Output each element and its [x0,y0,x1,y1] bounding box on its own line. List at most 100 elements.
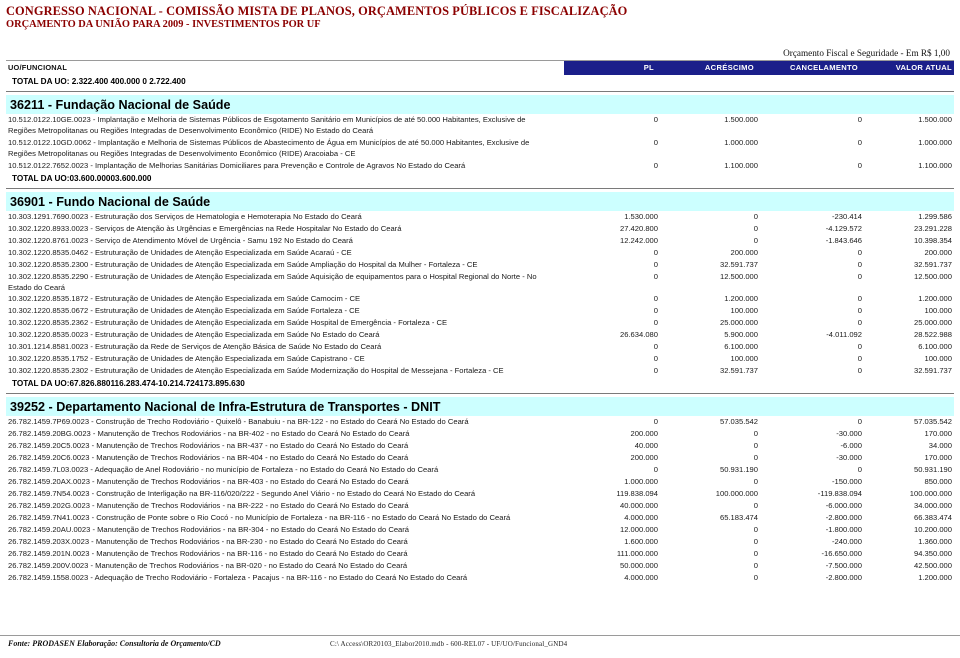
row-cancelamento: -240.000 [832,537,862,546]
grand-total-label: TOTAL DA UO: [12,77,70,86]
row-valor-atual: 1.000.000 [918,138,952,147]
table-row: 26.782.1459.7P69.0023 - Construção de Tr… [6,416,954,428]
row-acrescimo: 0 [753,236,758,245]
row-valor-atual: 94.350.000 [913,549,952,558]
row-cancelamento: -30.000 [836,453,862,462]
row-acrescimo: 1.100.000 [724,161,758,170]
table-row: 26.782.1459.20C5.0023 - Manutenção de Tr… [6,440,954,452]
row-cancelamento: 0 [857,115,862,124]
row-valor-atual: 850.000 [924,477,952,486]
document-title: CONGRESSO NACIONAL - COMISSÃO MISTA DE P… [6,4,628,18]
row-acrescimo: 32.591.737 [719,260,758,269]
row-valor-atual: 1.299.586 [918,212,952,221]
table-row: 10.301.1214.8581.0023 - Estruturação da … [6,341,954,353]
row-acrescimo: 0 [753,429,758,438]
row-acrescimo: 0 [753,212,758,221]
row-acrescimo: 6.100.000 [724,342,758,351]
row-cancelamento: -4.129.572 [825,224,862,233]
row-pl: 0 [653,354,658,363]
row-pl: 12.000.000 [619,525,658,534]
row-valor-atual: 28.522.988 [913,330,952,339]
table-row: 26.782.1459.202G.0023 - Manutenção de Tr… [6,500,954,512]
table-row: 26.782.1459.20BG.0023 - Manutenção de Tr… [6,428,954,440]
section-total-cancelamento: -10.214.724 [155,379,200,388]
row-acrescimo: 1.200.000 [724,294,758,303]
column-header-pl: PL [643,63,654,72]
row-acrescimo: 5.900.000 [724,330,758,339]
section-total-acrescimo: 116.283.474 [110,379,156,388]
row-cancelamento: -6.000.000 [825,501,862,510]
row-valor-atual: 170.000 [924,453,952,462]
row-pl: 4.000.000 [624,513,658,522]
section-total-acrescimo: 3.600.000 [74,174,111,183]
row-acrescimo: 12.500.000 [719,272,758,281]
section-total-label: TOTAL DA UO: [12,174,70,183]
table-row: 10.302.1220.8535.1872 - Estruturação de … [6,293,954,305]
row-valor-atual: 34.000.000 [913,501,952,510]
row-cancelamento: 0 [857,294,862,303]
table-row: 26.782.1459.20AU.0023 - Manutenção de Tr… [6,524,954,536]
row-acrescimo: 1.500.000 [724,115,758,124]
row-cancelamento: 0 [857,138,862,147]
row-valor-atual: 34.000 [928,441,952,450]
section-total-valor-atual: 173.895.630 [199,379,245,388]
row-cancelamento: 0 [857,272,862,281]
column-header-cancelamento: CANCELAMENTO [789,63,858,72]
sections-container: 36211 - Fundação Nacional de Saúde 10.512… [6,95,954,584]
row-cancelamento: -119.838.094 [817,489,862,498]
row-valor-atual: 100.000 [924,306,952,315]
table-row: 26.782.1459.7N41.0023 - Construção de Po… [6,512,954,524]
row-valor-atual: 32.591.737 [913,366,952,375]
row-acrescimo: 0 [753,573,758,582]
row-valor-atual: 1.200.000 [918,573,952,582]
row-acrescimo: 100.000.000 [715,489,758,498]
table-row: 26.782.1459.200V.0023 - Manutenção de Tr… [6,560,954,572]
row-valor-atual: 1.500.000 [918,115,952,124]
table-row: 10.512.0122.10GE.0023 - Implantação e Me… [6,114,954,137]
row-cancelamento: 0 [857,366,862,375]
row-valor-atual: 12.500.000 [913,272,952,281]
row-valor-atual: 100.000 [924,354,952,363]
row-pl: 0 [653,138,658,147]
row-cancelamento: -230.414 [832,212,862,221]
row-pl: 0 [653,366,658,375]
row-pl: 1.000.000 [624,477,658,486]
table-row: 10.512.0122.7652.0023 - Implantação de M… [6,160,954,172]
row-valor-atual: 6.100.000 [918,342,952,351]
row-pl: 40.000 [634,441,658,450]
row-pl: 0 [653,294,658,303]
row-valor-atual: 10.200.000 [913,525,952,534]
section-title: 36901 - Fundo Nacional de Saúde [10,195,211,209]
row-pl: 0 [653,318,658,327]
row-pl: 200.000 [630,429,658,438]
grand-total-cancelamento: 0 [142,77,147,86]
row-acrescimo: 100.000 [730,306,758,315]
row-valor-atual: 50.931.190 [913,465,952,474]
grand-total-row: TOTAL DA UO: 2.322.400 400.000 0 2.722.4… [6,75,954,92]
row-cancelamento: -1.843.646 [825,236,862,245]
row-cancelamento: -6.000 [840,441,862,450]
row-pl: 1.530.000 [624,212,658,221]
row-pl: 12.242.000 [619,236,658,245]
row-pl: 0 [653,115,658,124]
row-cancelamento: -150.000 [832,477,862,486]
grand-total-acrescimo: 400.000 [110,77,141,86]
row-pl: 0 [653,417,658,426]
table-row: 10.512.0122.10GD.0062 - Implantação e Me… [6,137,954,160]
row-valor-atual: 25.000.000 [913,318,952,327]
row-cancelamento: 0 [857,318,862,327]
row-cancelamento: 0 [857,306,862,315]
row-acrescimo: 32.591.737 [719,366,758,375]
row-acrescimo: 0 [753,453,758,462]
column-header-valor-atual: VALOR ATUAL [895,63,952,72]
row-pl: 0 [653,342,658,351]
footer-source: Fonte: PRODASEN Elaboração: Consultoria … [8,639,221,648]
row-valor-atual: 200.000 [924,248,952,257]
row-cancelamento: 0 [857,248,862,257]
row-acrescimo: 0 [753,441,758,450]
section-total-valor-atual: 3.600.000 [115,174,152,183]
row-acrescimo: 0 [753,537,758,546]
row-pl: 111.000.000 [616,549,658,558]
table-row: 26.782.1459.7L03.0023 - Adequação de Ane… [6,464,954,476]
table-row: 10.302.1220.8535.0672 - Estruturação de … [6,305,954,317]
